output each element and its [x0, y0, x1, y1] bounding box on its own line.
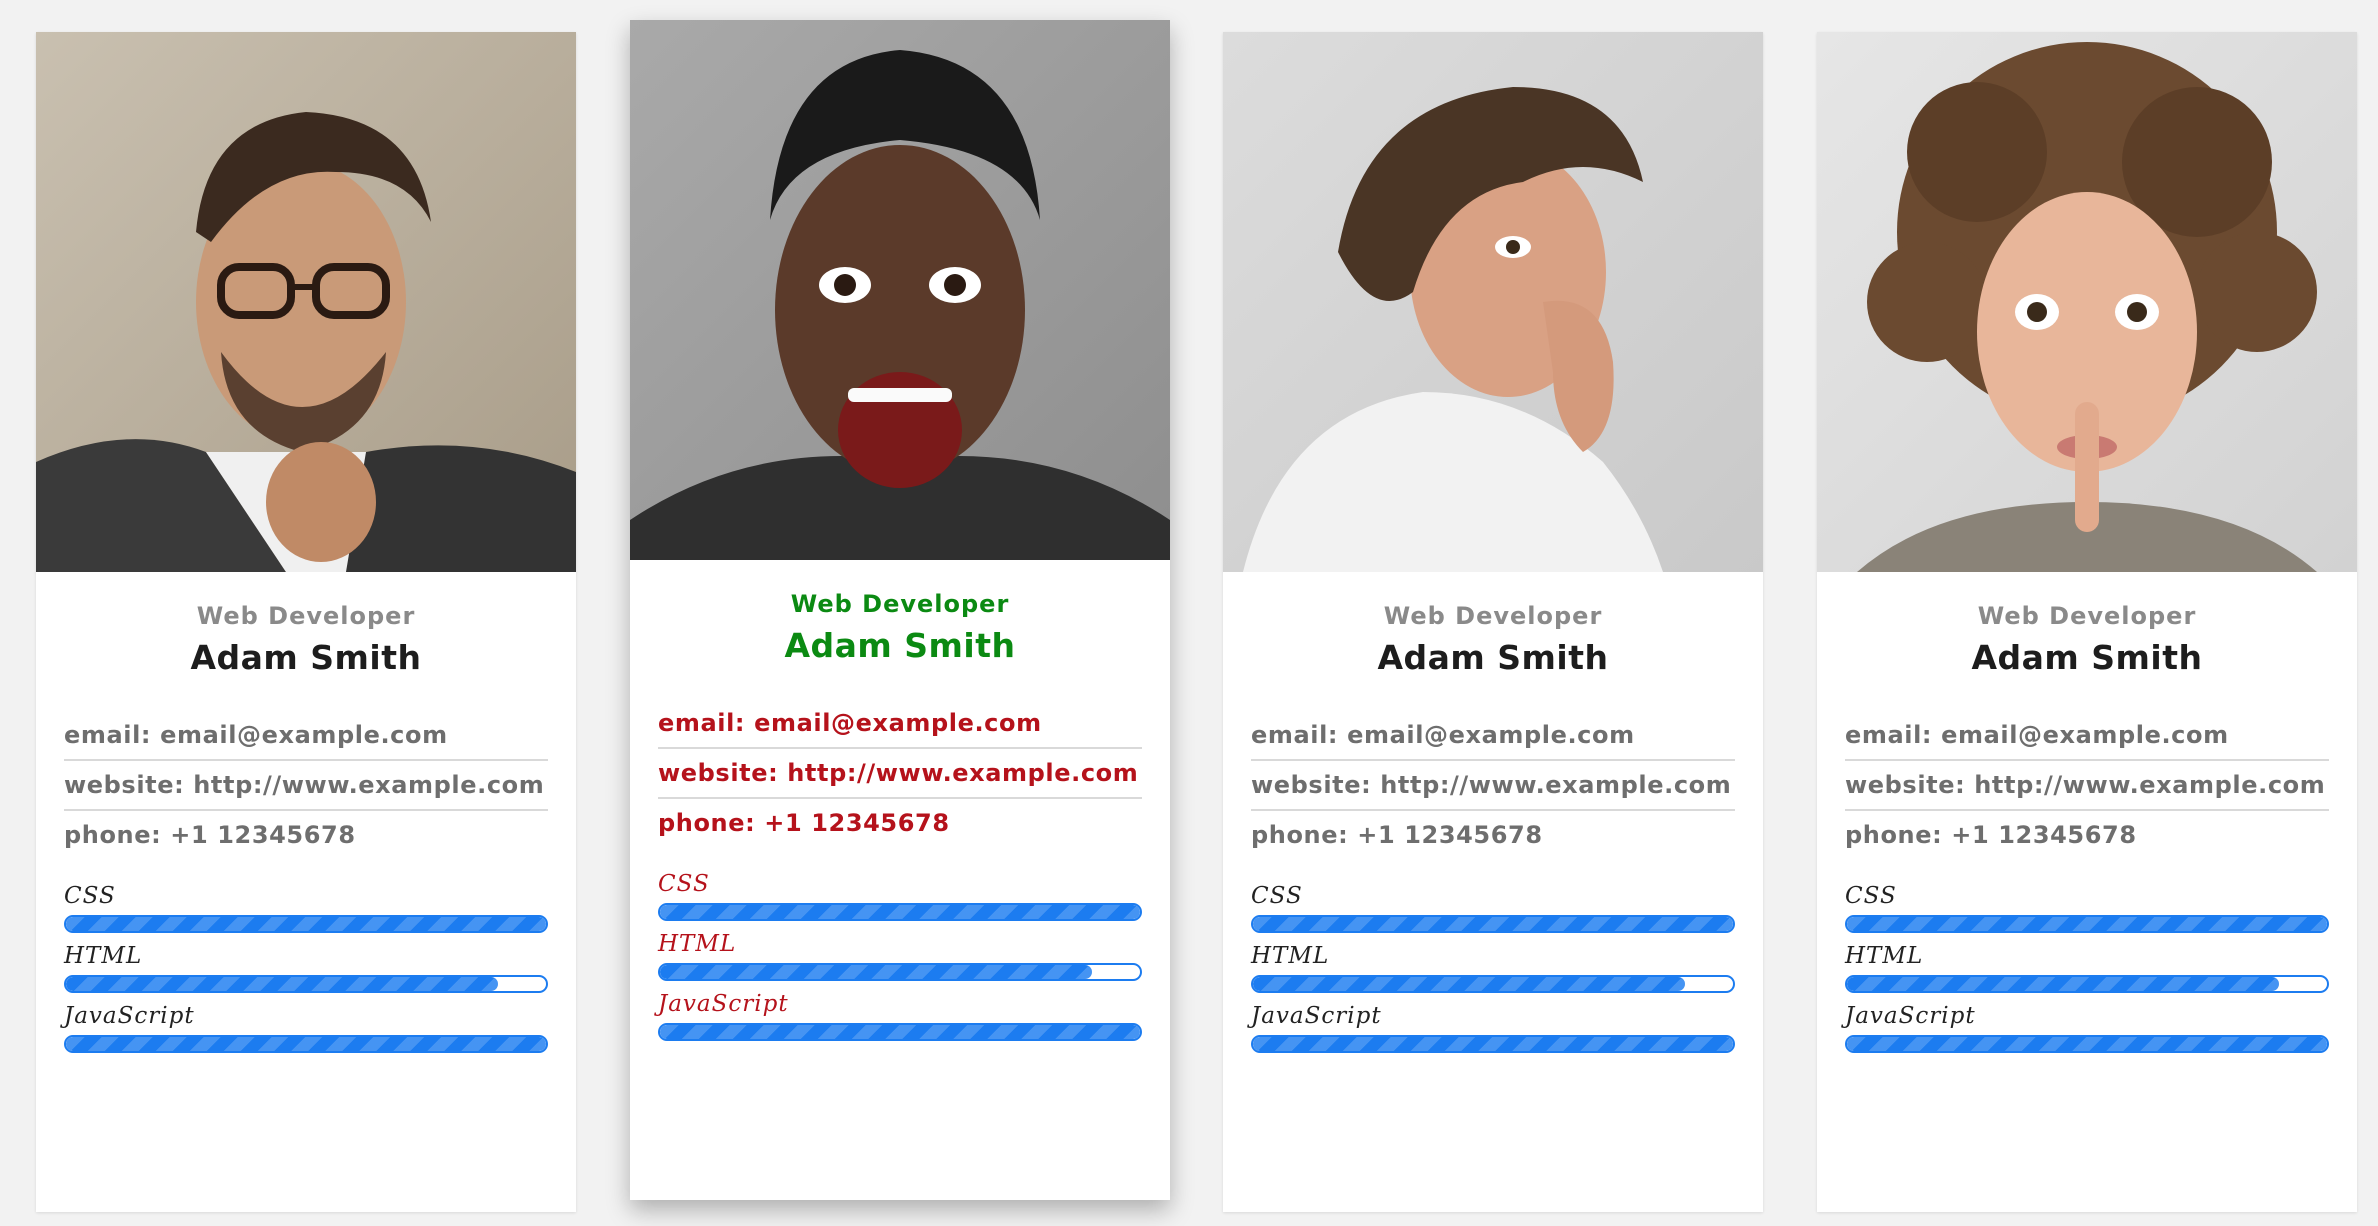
job-title: Web Developer	[790, 590, 1010, 618]
phone-text: phone: +1 12345678	[658, 809, 950, 837]
profile-photo	[36, 32, 576, 572]
person-name: Adam Smith	[1377, 638, 1609, 677]
skill-bar-html	[64, 975, 548, 993]
skill-bar-html	[1251, 975, 1735, 993]
skill-label-javascript: JavaScript	[64, 1003, 195, 1029]
skill-bar-fill	[1847, 977, 2279, 991]
website-text: website: http://www.example.com	[1251, 761, 1735, 811]
skill-bar-javascript	[1845, 1035, 2329, 1053]
profile-card-4[interactable]: Web Developer Adam Smith email: email@ex…	[1817, 32, 2357, 1212]
skill-label-html: HTML	[64, 943, 143, 969]
job-title: Web Developer	[1383, 602, 1603, 630]
skill-bar-html	[658, 963, 1142, 981]
skill-label-html: HTML	[658, 931, 737, 957]
profile-card-3[interactable]: Web Developer Adam Smith email: email@ex…	[1223, 32, 1763, 1212]
skill-label-html: HTML	[1845, 943, 1924, 969]
phone-text: phone: +1 12345678	[1845, 821, 2137, 849]
skill-label-javascript: JavaScript	[1251, 1003, 1382, 1029]
email-text: email: email@example.com	[64, 711, 548, 761]
skill-label-css: CSS	[658, 871, 710, 897]
phone-text: phone: +1 12345678	[64, 821, 356, 849]
skill-bar-fill	[66, 917, 546, 931]
job-title: Web Developer	[1977, 602, 2197, 630]
person-name: Adam Smith	[784, 626, 1016, 665]
skill-label-html: HTML	[1251, 943, 1330, 969]
website-text: website: http://www.example.com	[1845, 761, 2329, 811]
skill-label-javascript: JavaScript	[1845, 1003, 1976, 1029]
skill-bar-html	[1845, 975, 2329, 993]
skill-bar-javascript	[64, 1035, 548, 1053]
job-title: Web Developer	[196, 602, 416, 630]
skill-bar-css	[64, 915, 548, 933]
profile-photo	[630, 20, 1170, 560]
skill-label-css: CSS	[1845, 883, 1897, 909]
website-text: website: http://www.example.com	[658, 749, 1142, 799]
profile-photo	[1817, 32, 2357, 572]
skill-bar-javascript	[1251, 1035, 1735, 1053]
email-text: email: email@example.com	[1845, 711, 2329, 761]
email-text: email: email@example.com	[1251, 711, 1735, 761]
skill-label-javascript: JavaScript	[658, 991, 789, 1017]
skill-bar-fill	[660, 1025, 1140, 1039]
skill-bar-fill	[66, 1037, 546, 1051]
skill-bar-fill	[1253, 917, 1733, 931]
skill-bar-css	[658, 903, 1142, 921]
email-text: email: email@example.com	[658, 699, 1142, 749]
skill-bar-fill	[660, 965, 1092, 979]
skill-label-css: CSS	[64, 883, 116, 909]
person-name: Adam Smith	[190, 638, 422, 677]
profile-card-1[interactable]: Web Developer Adam Smith email: email@ex…	[36, 32, 576, 1212]
skill-bar-fill	[1847, 917, 2327, 931]
website-text: website: http://www.example.com	[64, 761, 548, 811]
skill-bar-fill	[66, 977, 498, 991]
skill-bar-javascript	[658, 1023, 1142, 1041]
phone-text: phone: +1 12345678	[1251, 821, 1543, 849]
skill-bar-fill	[660, 905, 1140, 919]
profile-card-2[interactable]: Web Developer Adam Smith email: email@ex…	[630, 20, 1170, 1200]
skill-bar-fill	[1847, 1037, 2327, 1051]
skill-bar-fill	[1253, 977, 1685, 991]
skill-label-css: CSS	[1251, 883, 1303, 909]
profile-cards-page: Web Developer Adam Smith email: email@ex…	[0, 0, 2378, 1226]
person-name: Adam Smith	[1971, 638, 2203, 677]
skill-bar-css	[1845, 915, 2329, 933]
profile-photo	[1223, 32, 1763, 572]
skill-bar-css	[1251, 915, 1735, 933]
skill-bar-fill	[1253, 1037, 1733, 1051]
